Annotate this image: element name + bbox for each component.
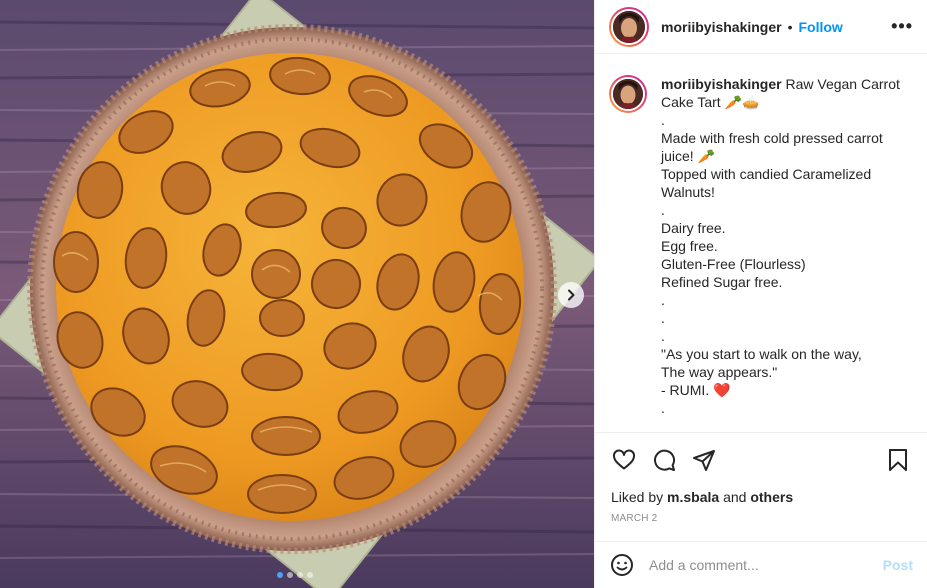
caption-line: . <box>661 292 665 308</box>
follow-button[interactable]: Follow <box>799 19 843 35</box>
comment-bar: Post <box>595 541 927 588</box>
profile-photo-icon <box>613 10 645 43</box>
share-icon <box>693 450 715 471</box>
carousel-dot <box>307 572 313 578</box>
caption-line: Made with fresh cold pressed carrot juic… <box>661 130 883 164</box>
carousel-next-button[interactable] <box>558 282 584 308</box>
comment-icon <box>654 449 676 471</box>
chevron-right-icon <box>568 289 575 301</box>
post-image[interactable] <box>0 0 594 588</box>
caption-line: . <box>661 400 665 416</box>
carousel-dot <box>297 572 303 578</box>
caption-line: . <box>661 328 665 344</box>
share-button[interactable] <box>691 447 717 473</box>
heart-icon <box>613 449 635 470</box>
caption-line: "As you start to walk on the way, <box>661 346 862 362</box>
caption-text: moriibyishakinger Raw Vegan Carrot Cake … <box>661 75 901 417</box>
carousel-dot <box>287 572 293 578</box>
username-link[interactable]: moriibyishakinger <box>661 19 782 35</box>
post-date[interactable]: MARCH 2 <box>611 513 911 524</box>
carousel-dot-active <box>277 572 283 578</box>
caption-line: Refined Sugar free. <box>661 274 783 290</box>
emoji-button[interactable] <box>609 552 635 578</box>
likes-summary: Liked by m.sbala and others <box>611 489 911 505</box>
avatar[interactable] <box>609 6 649 47</box>
more-options-icon[interactable]: ••• <box>891 16 913 37</box>
caption-line: . <box>661 310 665 326</box>
separator-dot: • <box>787 18 793 35</box>
caption-avatar[interactable] <box>609 75 647 113</box>
caption-line: - RUMI. ❤️ <box>661 382 731 398</box>
emoji-icon <box>611 554 633 576</box>
post-side-panel: moriibyishakinger • Follow ••• moriibyis… <box>594 0 927 588</box>
caption-line: . <box>661 112 665 128</box>
liked-others-link[interactable]: others <box>750 489 793 505</box>
post-header: moriibyishakinger • Follow ••• <box>595 0 927 54</box>
post-actions: Liked by m.sbala and others MARCH 2 <box>595 432 927 524</box>
comment-input[interactable] <box>649 557 883 573</box>
profile-photo-icon <box>613 79 643 109</box>
caption-line: Egg free. <box>661 238 718 254</box>
caption-line: Dairy free. <box>661 220 726 236</box>
tart-photo <box>0 0 594 588</box>
liked-user-link[interactable]: m.sbala <box>667 489 719 505</box>
bookmark-icon <box>889 449 907 471</box>
liked-and: and <box>723 489 747 505</box>
caption-line: Topped with candied Caramelized Walnuts! <box>661 166 872 200</box>
comment-button[interactable] <box>651 447 677 473</box>
caption-scroll-area[interactable]: moriibyishakinger Raw Vegan Carrot Cake … <box>595 55 927 431</box>
carousel-indicator <box>277 572 313 578</box>
caption-username[interactable]: moriibyishakinger <box>661 76 782 92</box>
caption-line-0: moriibyishakinger Raw Vegan Carrot Cake … <box>661 75 901 111</box>
post-comment-button[interactable]: Post <box>883 557 913 573</box>
caption-line: . <box>661 202 665 218</box>
save-button[interactable] <box>885 447 911 473</box>
like-button[interactable] <box>611 447 637 473</box>
caption-line: Gluten-Free (Flourless) <box>661 256 806 272</box>
caption: moriibyishakinger Raw Vegan Carrot Cake … <box>609 75 913 417</box>
caption-line: The way appears." <box>661 364 778 380</box>
liked-prefix: Liked by <box>611 489 664 505</box>
